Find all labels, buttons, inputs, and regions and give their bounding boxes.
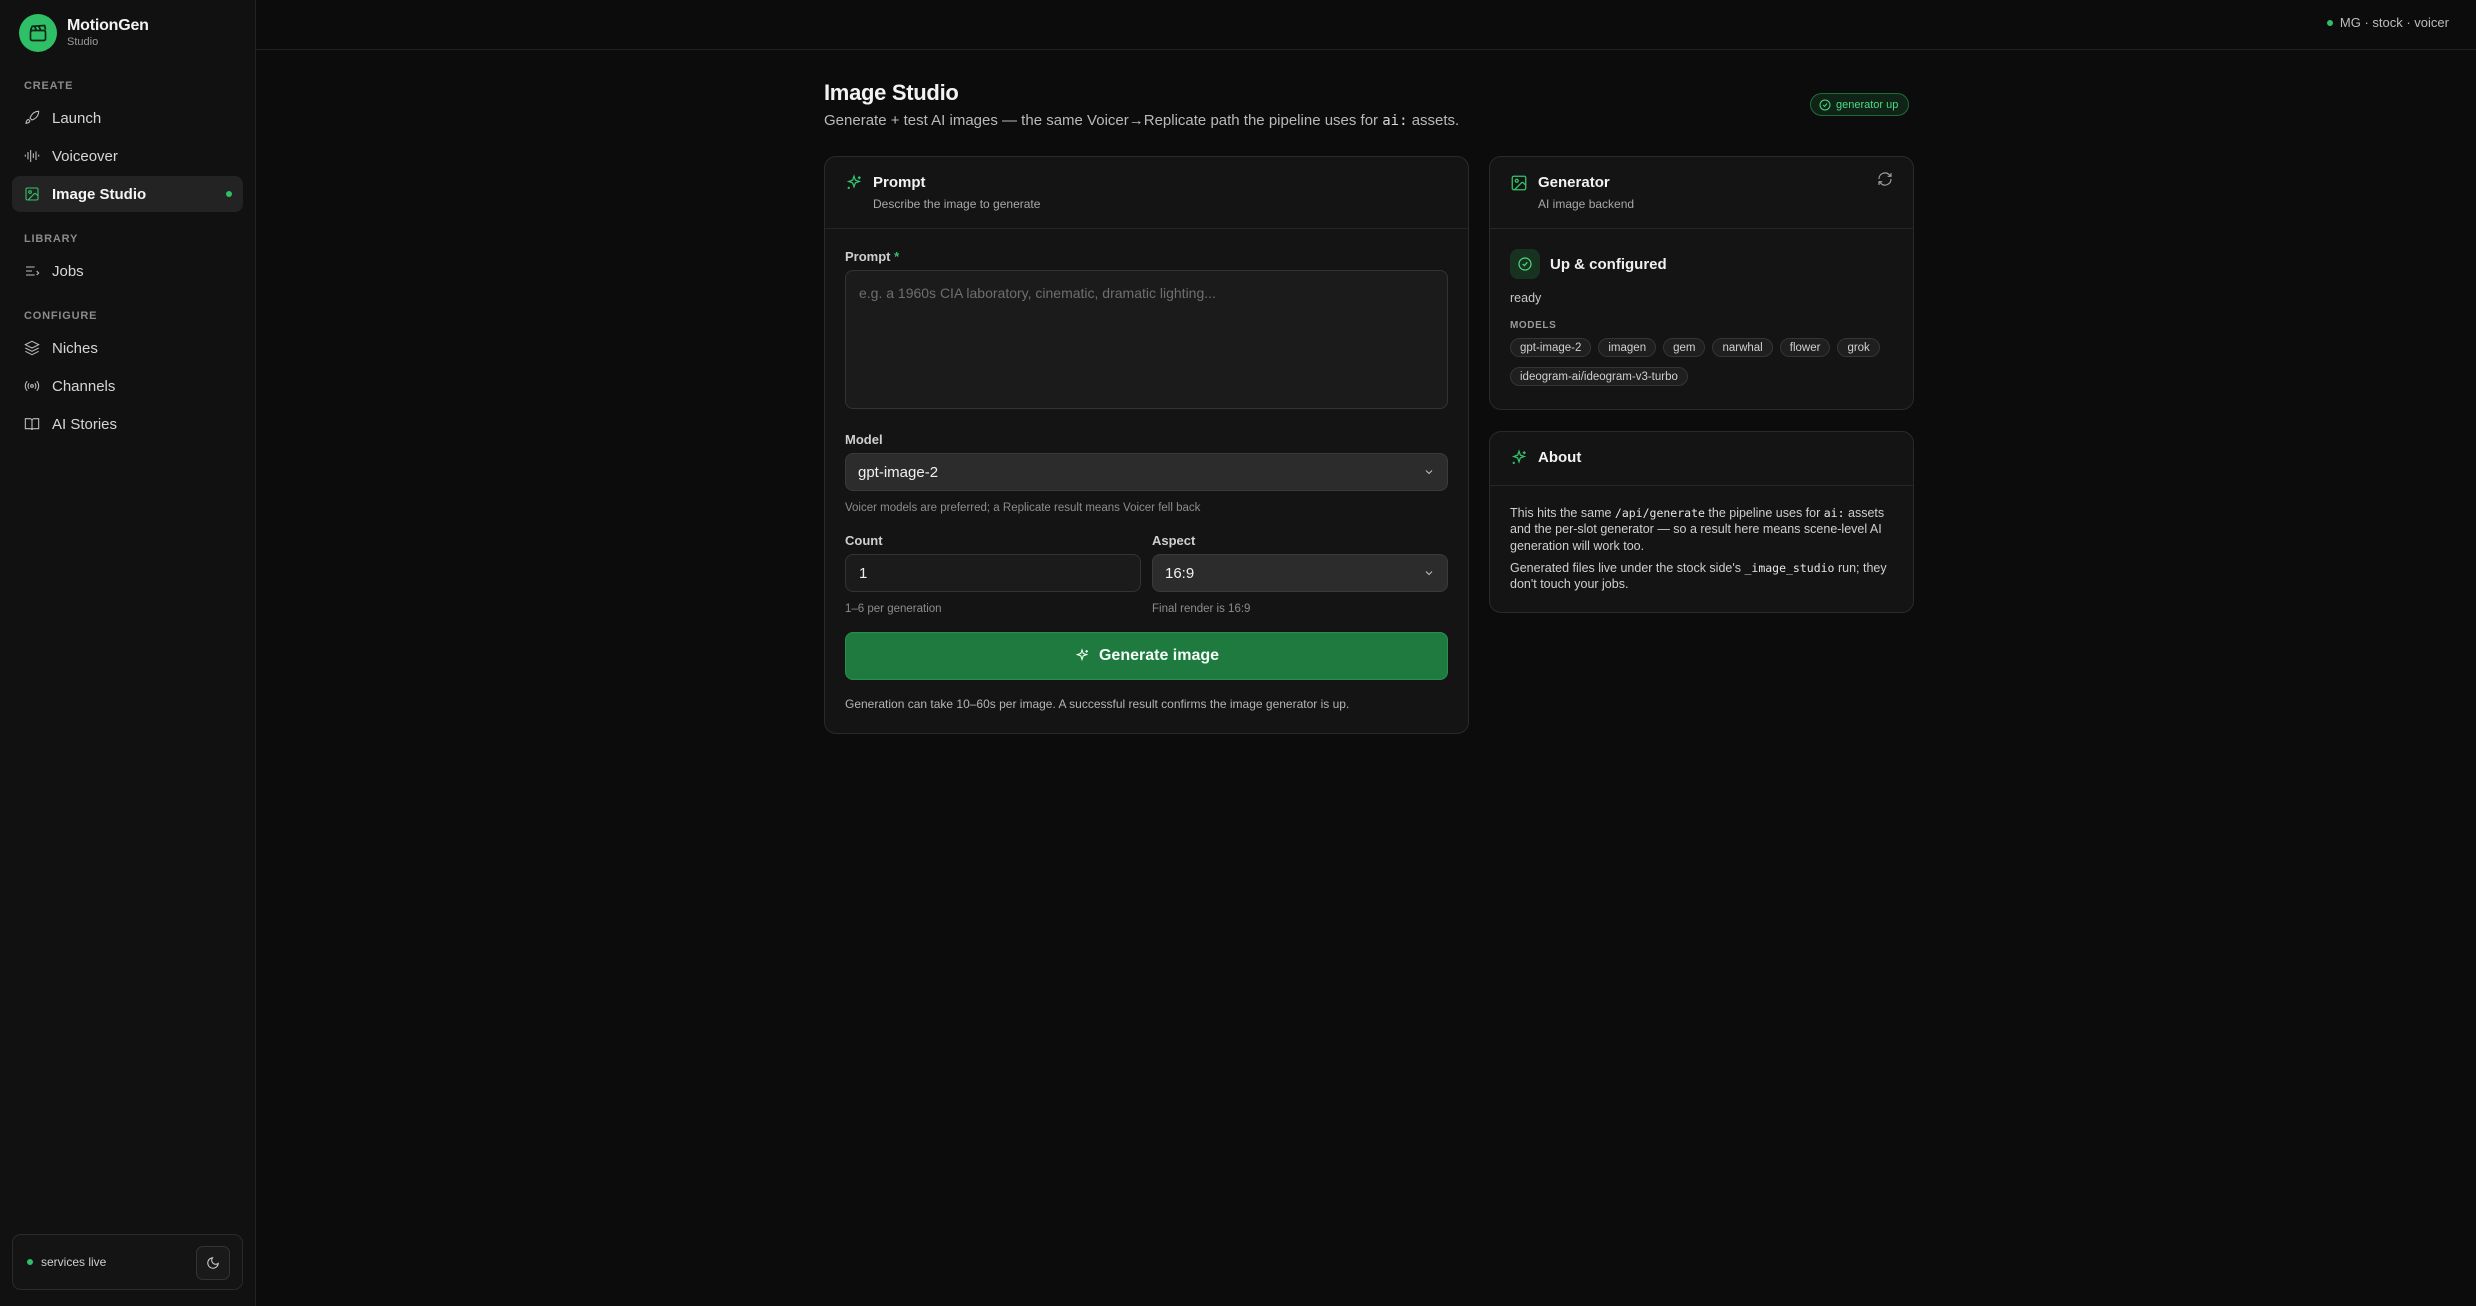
rocket-icon	[24, 110, 40, 126]
generate-image-button[interactable]: Generate image	[845, 632, 1448, 680]
sparkles-icon	[1075, 648, 1089, 662]
card-subtitle: AI image backend	[1538, 197, 1635, 211]
sidebar-item-niches[interactable]: Niches	[12, 330, 243, 366]
book-icon	[24, 416, 40, 432]
image-icon	[24, 186, 40, 202]
check-circle-icon	[1819, 99, 1831, 110]
sidebar-item-channels[interactable]: Channels	[12, 368, 243, 404]
generator-card: Generator AI image backend Up & configur…	[1489, 156, 1914, 410]
aspect-select[interactable]: 16:9	[1152, 554, 1448, 592]
topbar: MG · stock · voicer	[256, 0, 2476, 50]
image-icon	[1510, 174, 1528, 192]
broadcast-icon	[24, 378, 40, 394]
sidebar-item-image-studio[interactable]: Image Studio	[12, 176, 243, 212]
sidebar-item-label: Channels	[52, 377, 116, 395]
brand-name: MotionGen	[67, 17, 149, 35]
prompt-card: Prompt Describe the image to generate Pr…	[824, 156, 1469, 734]
sidebar-item-voiceover[interactable]: Voiceover	[12, 138, 243, 174]
active-indicator	[226, 191, 232, 197]
layers-icon	[24, 340, 40, 356]
count-input[interactable]: 1	[845, 554, 1141, 592]
models-list: gpt-image-2 imagen gem narwhal flower gr…	[1510, 338, 1900, 386]
brand-sub: Studio	[67, 35, 99, 48]
sidebar: MotionGen Studio CREATE Launch Voiceover…	[0, 0, 256, 1306]
refresh-icon[interactable]	[1877, 171, 1895, 189]
prompt-input[interactable]	[845, 270, 1448, 409]
sidebar-item-label: Image Studio	[52, 185, 147, 203]
status-dot	[2326, 19, 2333, 26]
model-chip: ideogram-ai/ideogram-v3-turbo	[1510, 367, 1688, 386]
status-dot	[27, 1259, 33, 1265]
sidebar-item-label: Launch	[52, 109, 102, 127]
sidebar-item-launch[interactable]: Launch	[12, 100, 243, 136]
card-title: About	[1538, 449, 1582, 466]
sparkles-icon	[845, 174, 863, 192]
card-title: Generator	[1538, 174, 1610, 191]
environment-label: MG · stock · voicer	[2339, 15, 2449, 30]
sparkles-icon	[1510, 449, 1528, 467]
sidebar-item-label: Niches	[52, 339, 98, 357]
services-label: services live	[41, 1255, 107, 1269]
theme-toggle-button[interactable]	[196, 1246, 230, 1280]
model-select[interactable]: gpt-image-2	[845, 453, 1448, 491]
sidebar-item-jobs[interactable]: Jobs	[12, 253, 243, 289]
model-chip: imagen	[1598, 338, 1657, 357]
count-hint: 1–6 per generation	[845, 603, 942, 615]
generator-status-badge: generator up	[1810, 93, 1910, 116]
nav-section-create: CREATE	[24, 80, 74, 92]
page-subtitle: Generate + test AI images — the same Voi…	[824, 112, 1460, 129]
generator-status: Up & configured	[1510, 249, 1667, 279]
card-header: About	[1490, 432, 1913, 486]
page-title: Image Studio	[824, 80, 959, 105]
model-hint: Voicer models are preferred; a Replicate…	[845, 502, 1201, 514]
about-card: About This hits the same /api/generate t…	[1489, 431, 1914, 613]
model-chip: gem	[1663, 338, 1706, 357]
chevron-down-icon	[1425, 571, 1433, 576]
nav-section-configure: CONFIGURE	[24, 310, 98, 322]
sidebar-item-label: Voiceover	[52, 147, 118, 165]
environment-indicator: MG · stock · voicer	[2326, 15, 2449, 30]
services-status: services live	[12, 1234, 243, 1290]
aspect-label: Aspect	[1152, 533, 1196, 548]
moon-icon	[207, 1257, 219, 1269]
clapperboard-icon	[19, 14, 57, 52]
chevron-down-icon	[1425, 470, 1433, 475]
brand[interactable]: MotionGen Studio	[19, 14, 149, 52]
model-chip: flower	[1779, 338, 1831, 357]
aspect-hint: Final render is 16:9	[1152, 603, 1251, 615]
about-paragraph: Generated files live under the stock sid…	[1510, 561, 1887, 592]
sidebar-item-label: Jobs	[52, 262, 84, 280]
check-circle-icon	[1510, 249, 1540, 279]
generation-footnote: Generation can take 10–60s per image. A …	[845, 697, 1350, 711]
count-label: Count	[845, 533, 883, 548]
generator-state: ready	[1510, 291, 1542, 305]
models-label: MODELS	[1510, 320, 1557, 331]
sidebar-item-ai-stories[interactable]: AI Stories	[12, 406, 243, 442]
model-label: Model	[845, 432, 883, 447]
nav-section-library: LIBRARY	[24, 233, 79, 245]
card-subtitle: Describe the image to generate	[873, 197, 1041, 211]
card-header: Prompt Describe the image to generate	[825, 157, 1468, 229]
model-chip: narwhal	[1712, 338, 1773, 357]
sidebar-item-label: AI Stories	[52, 415, 118, 433]
card-header: Generator AI image backend	[1490, 157, 1913, 229]
prompt-label: Prompt *	[845, 249, 900, 264]
model-chip: grok	[1837, 338, 1880, 357]
status-label: Up & configured	[1550, 255, 1667, 273]
list-icon	[24, 263, 40, 279]
card-title: Prompt	[873, 174, 926, 191]
about-paragraph: This hits the same /api/generate the pip…	[1510, 506, 1885, 553]
waveform-icon	[24, 148, 40, 164]
model-chip: gpt-image-2	[1510, 338, 1592, 357]
